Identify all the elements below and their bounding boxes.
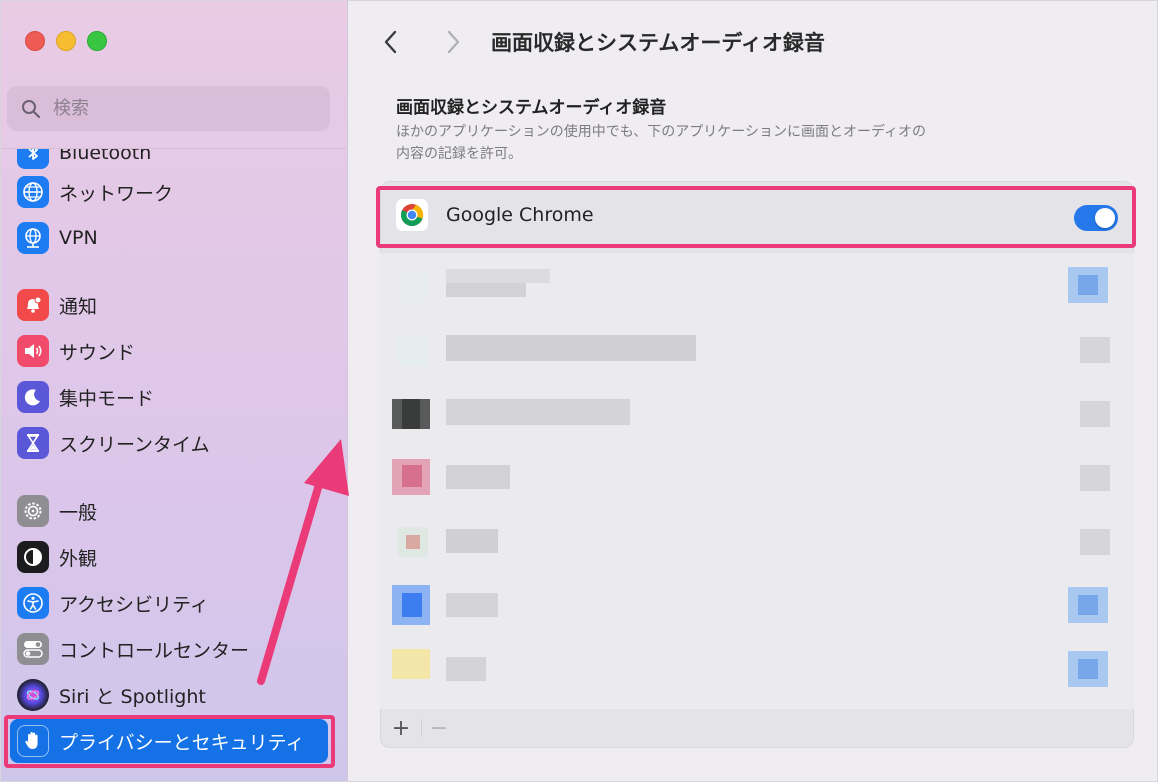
blurred-app-row: [380, 253, 1134, 317]
remove-button[interactable]: −: [424, 713, 454, 743]
vpn-globe-icon: [17, 222, 49, 254]
sidebar-item-label: Bluetooth: [59, 149, 152, 164]
sidebar-item-label: コントロールセンター: [59, 639, 250, 662]
app-name: Google Chrome: [446, 204, 594, 226]
sidebar-item-appearance[interactable]: 外観: [17, 539, 97, 575]
chrome-icon: [396, 199, 428, 231]
chevron-right-icon: [447, 30, 460, 54]
sidebar-item-network[interactable]: ネットワーク: [17, 174, 173, 210]
siri-icon: [17, 679, 49, 711]
sidebar-item-label: アクセシビリティ: [59, 593, 209, 616]
main-pane: 画面収録とシステムオーディオ録音 画面収録とシステムオーディオ録音 ほかのアプリ…: [348, 1, 1157, 781]
search-icon: [22, 99, 41, 118]
gear-icon: [17, 495, 49, 527]
back-button[interactable]: [376, 27, 406, 57]
add-button[interactable]: +: [386, 713, 416, 743]
blurred-app-row: [380, 509, 1134, 573]
section-description-line: ほかのアプリケーションの使用中でも、下のアプリケーションに画面とオーディオの: [396, 124, 927, 140]
sidebar-item-label: 通知: [59, 295, 98, 318]
section-description-line: 内容の記録を許可。: [396, 146, 522, 162]
hourglass-icon: [17, 427, 49, 459]
appearance-icon: [17, 541, 49, 573]
hand-icon: [17, 725, 49, 757]
panel-footer: + −: [380, 709, 1134, 747]
sidebar-item-vpn[interactable]: VPN: [17, 220, 98, 256]
sidebar-item-label: 一般: [59, 501, 98, 524]
page-title: 画面収録とシステムオーディオ録音: [491, 31, 825, 55]
sidebar-item-privacy-security[interactable]: プライバシーとセキュリティ: [10, 719, 328, 763]
chevron-left-icon: [384, 30, 397, 54]
search-input[interactable]: [51, 97, 305, 120]
blurred-app-row: [380, 573, 1134, 637]
blurred-app-row: [380, 317, 1134, 381]
toggles-icon: [17, 633, 49, 665]
sidebar-list: Bluetooth ネットワーク VPN 通知 サウンド 集中モード スクリーン…: [1, 149, 346, 781]
sidebar-item-label: Siri と Spotlight: [59, 685, 206, 708]
sidebar-item-label: ネットワーク: [59, 182, 174, 205]
sidebar: Bluetooth ネットワーク VPN 通知: [1, 1, 348, 781]
moon-icon: [17, 381, 49, 413]
sidebar-item-label: スクリーンタイム: [59, 433, 210, 456]
close-button[interactable]: [25, 31, 45, 51]
section-title: 画面収録とシステムオーディオ録音: [396, 98, 667, 118]
settings-window: Bluetooth ネットワーク VPN 通知: [0, 0, 1158, 782]
app-permission-toggle[interactable]: [1074, 205, 1118, 231]
blurred-app-list: [380, 253, 1134, 709]
zoom-button[interactable]: [87, 31, 107, 51]
speaker-icon: [17, 335, 49, 367]
sidebar-item-notifications[interactable]: 通知: [17, 287, 97, 323]
sidebar-item-label: 集中モード: [59, 387, 155, 410]
footer-divider: [421, 719, 422, 737]
sidebar-item-general[interactable]: 一般: [17, 493, 97, 529]
bluetooth-icon: [17, 149, 49, 169]
sidebar-item-sound[interactable]: サウンド: [17, 333, 135, 369]
sidebar-item-focus[interactable]: 集中モード: [17, 379, 154, 415]
blurred-app-row: [380, 381, 1134, 445]
sidebar-item-label: VPN: [59, 227, 98, 249]
sidebar-item-screen-time[interactable]: スクリーンタイム: [17, 425, 210, 461]
sidebar-item-label: サウンド: [59, 341, 136, 364]
section-description: ほかのアプリケーションの使用中でも、下のアプリケーションに画面とオーディオの 内…: [396, 121, 1056, 165]
sidebar-item-control-center[interactable]: コントロールセンター: [17, 631, 249, 667]
forward-button[interactable]: [438, 27, 468, 57]
sidebar-item-label: 外観: [59, 547, 98, 570]
sidebar-item-label: プライバシーとセキュリティ: [59, 731, 305, 754]
blurred-app-row: [380, 445, 1134, 509]
minimize-button[interactable]: [56, 31, 76, 51]
sidebar-item-bluetooth[interactable]: Bluetooth: [17, 149, 151, 171]
search-field[interactable]: [7, 86, 330, 131]
app-row-google-chrome[interactable]: Google Chrome: [380, 183, 1134, 249]
traffic-lights: [25, 31, 107, 51]
sidebar-item-accessibility[interactable]: アクセシビリティ: [17, 585, 209, 621]
accessibility-icon: [17, 587, 49, 619]
sidebar-item-siri-spotlight[interactable]: Siri と Spotlight: [17, 677, 206, 713]
globe-icon: [17, 176, 49, 208]
bell-icon: [17, 289, 49, 321]
blurred-app-row: [380, 637, 1134, 701]
